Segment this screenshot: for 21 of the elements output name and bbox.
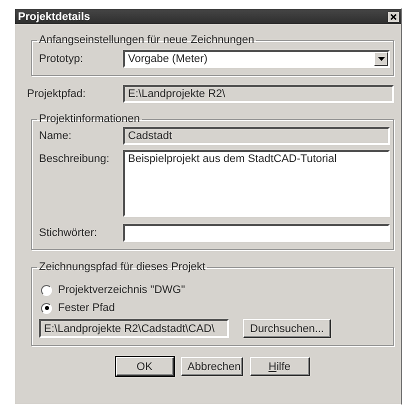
group-label: Projektinformationen: [38, 113, 141, 125]
description-field[interactable]: Beispielprojekt aus dem StadtCAD-Tutorial: [123, 150, 390, 217]
field-label: Stichwörter:: [39, 227, 98, 239]
close-icon[interactable]: [388, 12, 399, 22]
option-label[interactable]: Fester Pfad: [58, 302, 115, 314]
dialog-button[interactable]: Abbrechen: [180, 357, 242, 376]
dialog-button[interactable]: OK: [116, 357, 174, 376]
radio-button[interactable]: [41, 302, 52, 314]
radio-button[interactable]: [41, 284, 52, 296]
group-label: Zeichnungspfad für dieses Projekt: [38, 261, 206, 273]
field-label: Name:: [39, 130, 72, 142]
group-label: Anfangseinstellungen für neue Zeichnungen: [38, 34, 256, 46]
dropdown[interactable]: Vorgabe (Meter): [123, 50, 390, 68]
field-label: Beschreibung:: [39, 153, 110, 165]
keywords-field[interactable]: [123, 224, 390, 242]
option-label[interactable]: Projektverzeichnis "DWG": [58, 284, 186, 296]
window-title: Projektdetails: [18, 10, 90, 22]
browse-button[interactable]: Durchsuchen...: [243, 319, 331, 338]
field-label: Prototyp:: [39, 53, 84, 65]
field-label: Projektpfad:: [27, 88, 87, 100]
dialog-button[interactable]: Hilfe: [250, 357, 310, 376]
